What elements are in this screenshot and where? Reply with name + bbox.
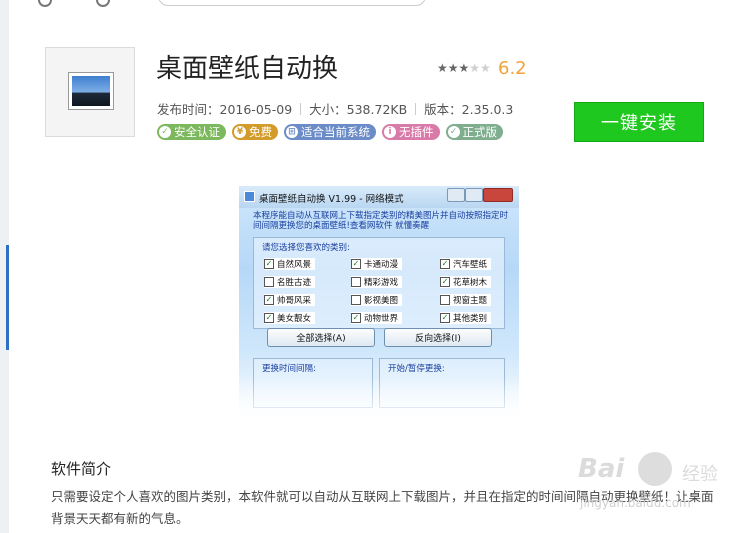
app-icon bbox=[45, 47, 135, 137]
search-input[interactable] bbox=[158, 0, 426, 6]
category-checkbox: ✓ 其他类别 bbox=[440, 312, 492, 324]
category-checkbox: ✓ 自然风景 bbox=[264, 258, 316, 270]
category-checkbox: ✓ 帅哥风采 bbox=[264, 294, 316, 306]
badge-no-plugin: i 无插件 bbox=[382, 124, 440, 140]
badge-compatible: ⊞ 适合当前系统 bbox=[284, 124, 376, 140]
badge-row: ✓ 安全认证 ¥ 免费 ⊞ 适合当前系统 i 无插件 ✓ 正式版 bbox=[157, 124, 503, 140]
category-checkbox: ✓ 美女靓女 bbox=[264, 312, 316, 324]
paw-logo-icon bbox=[638, 452, 672, 486]
badge-official: ✓ 正式版 bbox=[445, 124, 503, 140]
windows-icon: ⊞ bbox=[286, 126, 298, 138]
minimize-icon bbox=[447, 188, 465, 202]
maximize-icon bbox=[465, 188, 483, 202]
category-checkbox: ✓ 花草树木 bbox=[440, 276, 492, 288]
rating-stars: ★★★★★ bbox=[437, 61, 491, 75]
category-checkbox: ✓ 卡通动漫 bbox=[351, 258, 403, 270]
check-icon: ✓ bbox=[447, 126, 460, 138]
shield-icon: ✓ bbox=[159, 126, 171, 138]
invert-select-button: 反向选择(I) bbox=[384, 328, 492, 347]
app-title: 桌面壁纸自动换 bbox=[156, 54, 339, 84]
category-checkbox: 名胜古迹 bbox=[264, 276, 316, 288]
category-checkbox: ✓ 动物世界 bbox=[351, 312, 403, 324]
top-nav-icon[interactable] bbox=[38, 0, 52, 7]
wallpaper-icon bbox=[68, 72, 114, 110]
category-group: 请您选择您喜欢的类别: ✓ 自然风景 ✓ 卡通动漫 ✓ 汽车壁纸 名胜古迹 精彩游戏 … bbox=[253, 237, 505, 329]
category-checkbox: 影视美图 bbox=[351, 294, 403, 306]
category-checkbox: ✓ 汽车壁纸 bbox=[440, 258, 492, 270]
category-checkbox: 精彩游戏 bbox=[351, 276, 403, 288]
rating-score: 6.2 bbox=[498, 58, 527, 79]
publish-date: 发布时间：2016-05-09 bbox=[157, 102, 293, 117]
app-logo-icon bbox=[244, 191, 255, 202]
info-icon: i bbox=[384, 126, 396, 138]
notice-text: 本程序能自动从互联网上下载指定类别的精美图片并自动按照指定时间间隔更换您的桌面壁… bbox=[253, 211, 509, 231]
close-icon bbox=[483, 188, 513, 202]
badge-security: ✓ 安全认证 bbox=[157, 124, 226, 140]
window-titlebar: 桌面壁纸自动换 V1.99 - 网络模式 bbox=[239, 186, 519, 208]
version: 版本：2.35.0.3 bbox=[424, 102, 514, 117]
category-checkbox: 视窗主题 bbox=[440, 294, 492, 306]
badge-free: ¥ 免费 bbox=[232, 124, 278, 140]
coin-icon: ¥ bbox=[234, 126, 246, 138]
scroll-indicator[interactable] bbox=[6, 245, 9, 350]
baidu-watermark: Bai 经验 jingyan.baidu.com bbox=[578, 452, 718, 510]
app-screenshot[interactable]: 桌面壁纸自动换 V1.99 - 网络模式 本程序能自动从互联网上下载指定类别的精… bbox=[239, 186, 519, 422]
app-meta: 发布时间：2016-05-09 大小：538.72KB 版本：2.35.0.3 bbox=[157, 99, 513, 118]
top-nav-icon[interactable] bbox=[96, 0, 110, 7]
install-button[interactable]: 一键安装 bbox=[574, 102, 704, 142]
intro-heading: 软件简介 bbox=[51, 460, 112, 478]
file-size: 大小：538.72KB bbox=[309, 102, 408, 117]
select-all-button: 全部选择(A) bbox=[267, 328, 375, 347]
